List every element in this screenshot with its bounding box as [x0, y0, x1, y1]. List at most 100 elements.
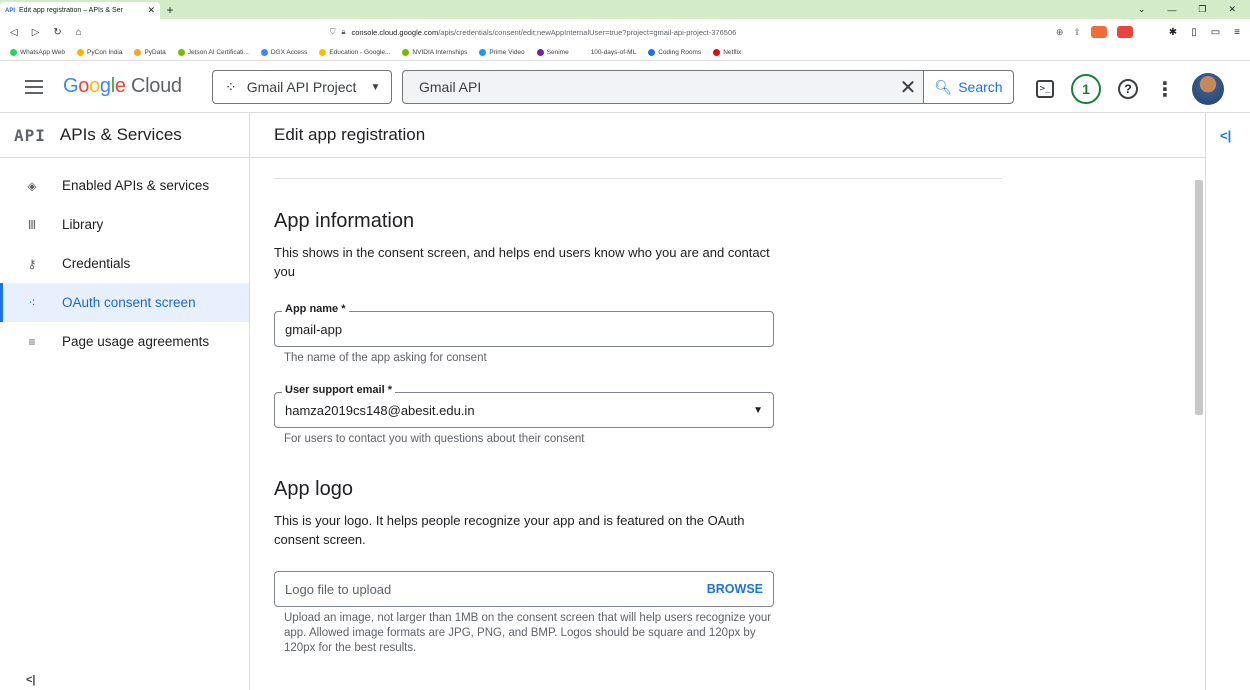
bookmark-item[interactable]: PyCon India	[77, 49, 122, 56]
app-logo-heading: App logo	[274, 478, 353, 500]
bookmark-label: Senime	[546, 49, 569, 56]
collapse-panel-icon[interactable]: <|	[1220, 128, 1231, 143]
search-button-label: Search	[958, 79, 1003, 95]
bookmark-item[interactable]: WhatsApp Web	[10, 49, 65, 56]
brave-rewards-icon[interactable]	[1116, 26, 1133, 38]
support-email-select[interactable]: User support email * hamza2019cs148@abes…	[274, 384, 774, 428]
project-selector[interactable]: ⁘ Gmail API Project ▼	[212, 70, 392, 104]
main-content: Edit app registration App information Th…	[251, 113, 1205, 690]
scrollbar-thumb[interactable]	[1195, 180, 1203, 415]
browser-tab[interactable]: API Edit app registration – APIs & Ser ✕	[0, 2, 160, 19]
notifications-badge[interactable]: 1	[1071, 74, 1101, 104]
search-input[interactable]	[403, 71, 893, 103]
support-email-hint: For users to contact you with questions …	[284, 433, 585, 445]
sidebar-item-page-usage[interactable]: ≡ Page usage agreements	[0, 322, 249, 361]
bookmark-item[interactable]: Senime	[536, 49, 569, 56]
sidebar-item-label: Library	[62, 217, 104, 232]
app-logo-description: This is your logo. It helps people recog…	[274, 513, 745, 547]
browser-tab-bar: API Edit app registration – APIs & Ser ✕…	[0, 0, 1250, 19]
app-name-field[interactable]: App name * gmail-app	[274, 303, 774, 347]
bookmark-item[interactable]: PyData	[134, 49, 166, 56]
share-icon[interactable]: ⇪	[1073, 27, 1081, 38]
bookmark-item[interactable]: Education - Google...	[319, 49, 390, 56]
home-icon[interactable]: ⌂	[76, 27, 82, 38]
bookmark-label: PyData	[144, 49, 166, 56]
sidebar-title: APIs & Services	[59, 125, 182, 144]
bookmark-page-icon[interactable]: ⛉	[330, 27, 336, 37]
sidebar-toggle-icon[interactable]: ▯	[1191, 27, 1197, 38]
bookmark-label: Jetson AI Certificati...	[187, 49, 249, 56]
browse-button[interactable]: BROWSE	[707, 582, 763, 596]
divider	[274, 178, 1002, 179]
logo-upload-field[interactable]: Logo file to upload BROWSE	[274, 571, 774, 607]
close-window-icon[interactable]: ✕	[1228, 4, 1236, 15]
search-button[interactable]: 🔍︎ Search	[923, 71, 1013, 103]
restore-icon[interactable]: ❐	[1198, 4, 1206, 15]
app-info-heading: App information	[274, 210, 415, 232]
bookmark-favicon-icon	[77, 49, 85, 56]
back-icon[interactable]: ◁	[10, 27, 18, 38]
bookmark-item[interactable]: Prime Video	[479, 49, 525, 56]
bookmark-favicon-icon	[177, 49, 185, 56]
bookmark-item[interactable]: DGX Access	[260, 49, 307, 56]
app-name-value[interactable]: gmail-app	[285, 322, 763, 337]
more-options-icon[interactable]: ⋮	[1155, 77, 1175, 102]
search-icon: 🔍︎	[934, 78, 953, 95]
bookmark-item[interactable]: NVIDIA Internships	[402, 49, 467, 56]
collapse-sidebar-icon[interactable]: <|	[26, 674, 36, 686]
bookmark-favicon-icon	[580, 49, 588, 56]
main-menu-icon[interactable]	[25, 79, 43, 94]
extensions-icon[interactable]: ✱	[1169, 27, 1177, 38]
bookmark-label: PyCon India	[87, 49, 123, 56]
logo-cloud-text: Cloud	[131, 75, 182, 97]
bookmark-favicon-icon	[10, 49, 17, 56]
tab-search-icon[interactable]: ⌄	[1138, 4, 1146, 15]
help-icon[interactable]: ?	[1118, 79, 1138, 99]
project-icon: ⁘	[225, 78, 237, 95]
url-host: console.cloud.google.com	[351, 27, 439, 37]
bookmark-label: Education - Google...	[329, 49, 391, 56]
lock-icon: 🔒︎	[341, 27, 346, 36]
sidebar-item-credentials[interactable]: ⚷ Credentials	[0, 244, 249, 283]
sidebar-item-oauth-consent[interactable]: ⁖ OAuth consent screen	[0, 283, 249, 322]
browser-menu-icon[interactable]: ≡	[1234, 27, 1240, 38]
sidebar: API APIs & Services ◈ Enabled APIs & ser…	[0, 113, 250, 690]
chevron-down-icon: ▼	[753, 404, 763, 416]
forward-icon[interactable]: ▷	[32, 27, 40, 38]
bookmark-item[interactable]: Coding Rooms	[648, 49, 701, 56]
url-field[interactable]: ⛉ 🔒︎ console.cloud.google.com/apis/crede…	[330, 27, 1030, 37]
logo-upload-placeholder: Logo file to upload	[285, 581, 392, 597]
bookmark-favicon-icon	[479, 49, 487, 56]
google-cloud-logo[interactable]: Google Cloud	[63, 75, 182, 98]
bookmark-label: WhatsApp Web	[20, 49, 66, 56]
app-name-label: App name *	[282, 303, 349, 315]
app-name-hint: The name of the app asking for consent	[284, 352, 487, 364]
address-bar: ◁ ▷ ↻ ⌂ ⛉ 🔒︎ console.cloud.google.com/ap…	[0, 19, 1250, 45]
new-tab-icon[interactable]: +	[160, 0, 180, 19]
bookmark-item[interactable]: Netflix	[713, 49, 741, 56]
zoom-icon[interactable]: ⊕	[1056, 27, 1064, 38]
bookmark-item[interactable]: Jetson AI Certificati...	[177, 49, 249, 56]
bookmarks-bar: WhatsApp Web PyCon India PyData Jetson AI C…	[0, 45, 1250, 61]
support-email-label: User support email *	[282, 384, 395, 396]
settings-list-icon: ≡	[28, 334, 36, 349]
brave-shields-icon[interactable]	[1090, 26, 1107, 38]
reload-icon[interactable]: ↻	[53, 27, 61, 38]
bookmark-item[interactable]: 100-days-of-ML	[580, 49, 636, 56]
right-panel: <|	[1205, 113, 1250, 690]
avatar[interactable]	[1192, 73, 1224, 105]
wallet-icon[interactable]: ▭	[1211, 27, 1220, 38]
url-path: /apis/credentials/consent/edit;newAppInt…	[438, 27, 737, 37]
api-badge-icon: API	[14, 125, 46, 145]
window-controls: ⌄ — ❐ ✕	[1138, 0, 1250, 19]
bookmark-favicon-icon	[536, 49, 544, 56]
sidebar-item-enabled-apis[interactable]: ◈ Enabled APIs & services	[0, 166, 249, 205]
close-tab-icon[interactable]: ✕	[147, 5, 155, 16]
sidebar-item-library[interactable]: Ⅲ Library	[0, 205, 249, 244]
minimize-icon[interactable]: —	[1167, 5, 1176, 15]
clear-search-icon[interactable]: ✕	[893, 75, 923, 100]
bookmark-favicon-icon	[260, 49, 268, 56]
cloud-shell-icon[interactable]: >_	[1036, 80, 1054, 98]
chevron-down-icon: ▼	[370, 81, 381, 93]
support-email-value: hamza2019cs148@abesit.edu.in	[285, 402, 475, 418]
